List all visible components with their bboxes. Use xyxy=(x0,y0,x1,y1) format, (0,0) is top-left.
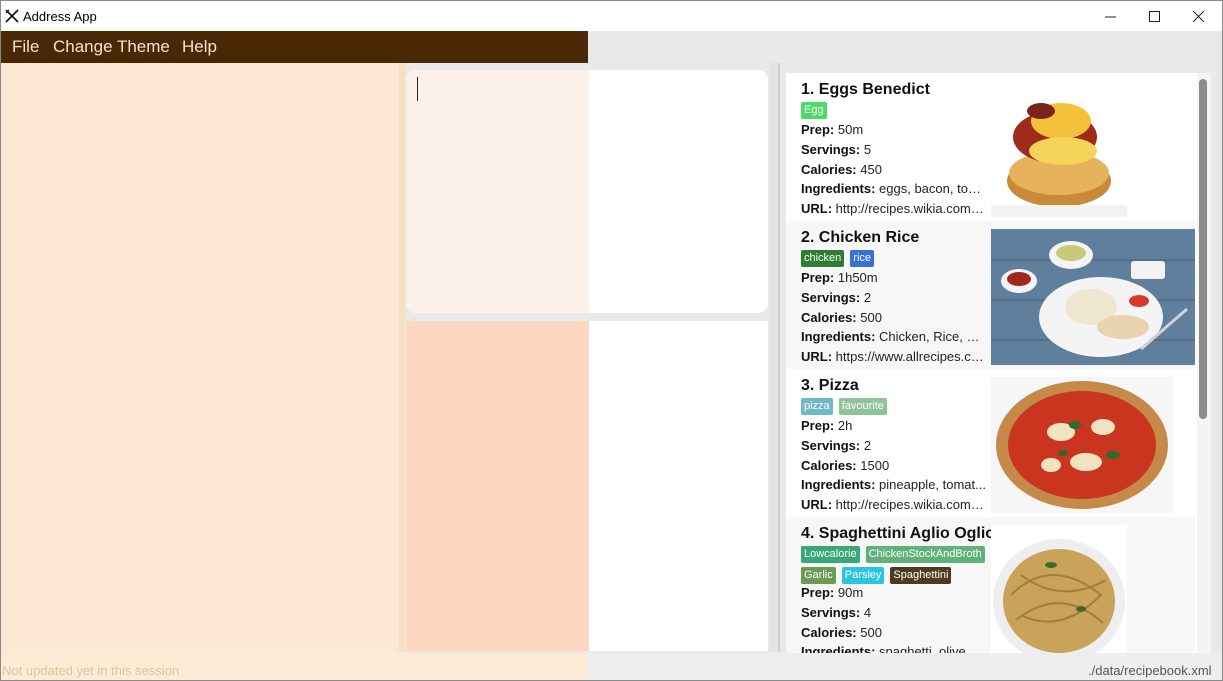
recipe-name: 4. Spaghettini Aglio Oglio xyxy=(801,525,996,542)
recipe-tags: Egg xyxy=(801,102,991,119)
recipe-tag: Lowcalorie xyxy=(801,546,860,563)
maximize-icon xyxy=(1148,10,1160,22)
recipe-prep: Prep: 2h xyxy=(801,418,853,433)
recipe-url: URL: http://recipes.wikia.com/w... xyxy=(801,201,986,216)
spaghettini-photo xyxy=(991,525,1127,653)
recipe-name: 2. Chicken Rice xyxy=(801,229,920,246)
menu-file[interactable]: File xyxy=(12,37,39,57)
command-box[interactable] xyxy=(406,70,768,313)
maximize-button[interactable] xyxy=(1131,1,1177,31)
recipe-servings: Servings: 2 xyxy=(801,290,872,305)
recipe-tags: pizza favourite xyxy=(801,398,991,415)
text-caret xyxy=(417,77,418,101)
recipe-tag: ChickenStockAndBroth xyxy=(865,546,985,563)
close-button[interactable] xyxy=(1175,1,1221,31)
recipe-tags: chicken rice xyxy=(801,250,991,267)
recipe-url: URL: http://recipes.wikia.com/w... xyxy=(801,497,986,512)
recipe-tags: Lowcalorie ChickenStockAndBroth Garlic P… xyxy=(801,546,991,584)
menu-bar-empty xyxy=(588,31,1222,63)
panel-divider[interactable] xyxy=(399,63,405,652)
status-bar-left: Not updated yet in this session xyxy=(1,653,588,680)
command-box-tint xyxy=(406,70,589,313)
minimize-icon xyxy=(1104,16,1116,17)
recipe-prep: Prep: 50m xyxy=(801,122,864,137)
recipe-servings: Servings: 2 xyxy=(801,438,872,453)
recipe-tag: pizza xyxy=(801,398,833,415)
recipe-calories: Calories: 500 xyxy=(801,310,882,325)
splitter-line xyxy=(778,63,780,652)
list-splitter[interactable] xyxy=(769,63,780,652)
recipe-list[interactable]: 1. Eggs Benedict Egg Prep: 50m Servings:… xyxy=(786,73,1211,653)
title-bar: Address App xyxy=(1,1,1222,31)
window-title: Address App xyxy=(23,9,97,24)
recipe-tag: Spaghettini xyxy=(890,567,952,584)
recipe-url: URL: https://www.allrecipes.co... xyxy=(801,349,986,364)
cutlery-icon xyxy=(5,9,19,23)
menu-help[interactable]: Help xyxy=(182,37,217,57)
recipe-calories: Calories: 450 xyxy=(801,162,882,177)
recipe-tag: rice xyxy=(850,250,875,267)
save-location: ./data/recipebook.xml xyxy=(1088,663,1212,678)
menu-change-theme[interactable]: Change Theme xyxy=(53,37,170,57)
menu-bar: File Change Theme Help xyxy=(1,31,588,63)
list-scrollbar-thumb[interactable] xyxy=(1199,79,1207,419)
recipe-tag: chicken xyxy=(801,250,845,267)
recipe-name: 1. Eggs Benedict xyxy=(801,81,930,98)
recipe-card[interactable]: 1. Eggs Benedict Egg Prep: 50m Servings:… xyxy=(786,73,1195,221)
pizza-photo xyxy=(991,377,1173,513)
left-panel xyxy=(1,63,399,652)
recipe-ingredients: Ingredients: spaghetti, olive oil... xyxy=(801,644,986,653)
result-display-tint xyxy=(406,321,589,651)
recipe-name: 3. Pizza xyxy=(801,377,859,394)
result-display xyxy=(406,321,768,651)
recipe-prep: Prep: 90m xyxy=(801,585,864,600)
recipe-card[interactable]: 3. Pizza pizza favourite Prep: 2h Servin… xyxy=(786,369,1195,517)
status-bar-right: ./data/recipebook.xml xyxy=(588,653,1222,680)
sync-status: Not updated yet in this session xyxy=(2,663,180,678)
recipe-ingredients: Ingredients: pineapple, tomat... xyxy=(801,477,986,492)
close-icon xyxy=(1192,10,1204,22)
recipe-servings: Servings: 4 xyxy=(801,605,872,620)
recipe-servings: Servings: 5 xyxy=(801,142,872,157)
recipe-tag: favourite xyxy=(838,398,887,415)
recipe-tag: Egg xyxy=(801,102,827,119)
app-window: Address App File Change Theme Help 1. Eg… xyxy=(0,0,1223,681)
eggs-benedict-photo xyxy=(991,81,1127,217)
minimize-button[interactable] xyxy=(1087,1,1133,31)
recipe-prep: Prep: 1h50m xyxy=(801,270,878,285)
recipe-tag: Garlic xyxy=(801,567,836,584)
recipe-card[interactable]: 2. Chicken Rice chicken rice Prep: 1h50m… xyxy=(786,221,1195,369)
recipe-ingredients: Ingredients: eggs, bacon, tom... xyxy=(801,181,986,196)
recipe-calories: Calories: 1500 xyxy=(801,458,890,473)
recipe-calories: Calories: 500 xyxy=(801,625,882,640)
chicken-rice-photo xyxy=(991,229,1195,365)
recipe-tag: Parsley xyxy=(841,567,885,584)
recipe-ingredients: Ingredients: Chicken, Rice, Cuc... xyxy=(801,329,986,344)
recipe-card[interactable]: 4. Spaghettini Aglio Oglio Lowcalorie Ch… xyxy=(786,517,1195,653)
